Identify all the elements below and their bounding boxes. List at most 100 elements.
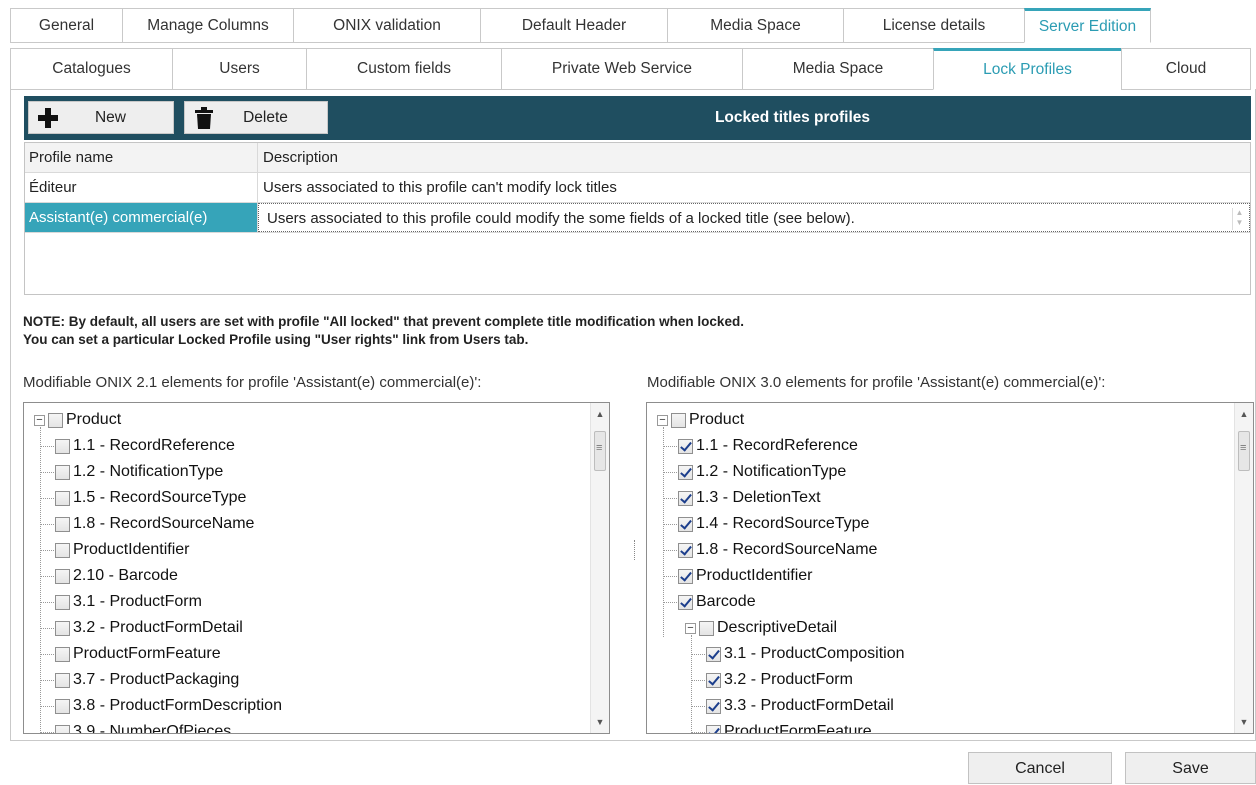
onix21-tree[interactable]: − Product 1.1 - RecordReference 1.2 - No… xyxy=(23,402,610,734)
tree-node[interactable]: 1.2 - NotificationType xyxy=(40,459,223,485)
tree-node[interactable]: 1.8 - RecordSourceName xyxy=(40,511,254,537)
tree-node[interactable]: 3.2 - ProductForm xyxy=(691,667,853,693)
checkbox-checked[interactable] xyxy=(678,594,693,610)
profile-description-cell[interactable]: Users associated to this profile can't m… xyxy=(258,173,1250,202)
checkbox[interactable] xyxy=(55,568,70,584)
checkbox-checked[interactable] xyxy=(706,698,721,714)
tab-catalogues[interactable]: Catalogues xyxy=(10,48,173,90)
scroll-down-arrow-icon[interactable]: ▼ xyxy=(591,713,609,731)
tab-manage-columns[interactable]: Manage Columns xyxy=(122,8,294,43)
tab-default-header[interactable]: Default Header xyxy=(480,8,668,43)
tree-node[interactable]: 3.3 - ProductFormDetail xyxy=(691,693,894,719)
profile-name-cell[interactable]: Assistant(e) commercial(e) xyxy=(25,203,258,232)
checkbox[interactable] xyxy=(671,412,686,428)
tab-media-space-sub[interactable]: Media Space xyxy=(742,48,934,90)
checkbox-checked[interactable] xyxy=(678,542,693,558)
scroll-down-arrow-icon[interactable]: ▼ xyxy=(1235,713,1253,731)
checkbox[interactable] xyxy=(48,412,63,428)
tab-users[interactable]: Users xyxy=(172,48,307,90)
scrollbar-thumb[interactable] xyxy=(594,431,606,471)
tree-node[interactable]: 1.3 - DeletionText xyxy=(663,485,821,511)
checkbox-checked[interactable] xyxy=(678,568,693,584)
checkbox[interactable] xyxy=(55,542,70,558)
tree-node[interactable]: 1.8 - RecordSourceName xyxy=(663,537,877,563)
tab-custom-fields[interactable]: Custom fields xyxy=(306,48,502,90)
tree-node-label: ProductFormFeature xyxy=(724,723,872,734)
checkbox[interactable] xyxy=(55,698,70,714)
tree-node[interactable]: 1.2 - NotificationType xyxy=(663,459,846,485)
checkbox-checked[interactable] xyxy=(706,646,721,662)
checkbox[interactable] xyxy=(55,672,70,688)
tab-lock-profiles[interactable]: Lock Profiles xyxy=(933,48,1122,90)
checkbox[interactable] xyxy=(55,490,70,506)
tree-node[interactable]: 3.1 - ProductComposition xyxy=(691,641,905,667)
collapse-icon[interactable]: − xyxy=(657,414,668,426)
vertical-scrollbar[interactable]: ▲ ▼ xyxy=(1234,403,1253,733)
table-row[interactable]: Éditeur Users associated to this profile… xyxy=(25,173,1250,203)
checkbox[interactable] xyxy=(55,594,70,610)
scrollbar-thumb[interactable] xyxy=(1238,431,1250,471)
tree-node[interactable]: ProductIdentifier xyxy=(663,563,813,589)
tree-node[interactable]: ProductIdentifier xyxy=(40,537,190,563)
tree-node[interactable]: 3.9 - NumberOfPieces xyxy=(40,719,232,734)
tree-node[interactable]: ProductFormFeature xyxy=(691,719,872,734)
save-button[interactable]: Save xyxy=(1125,752,1256,784)
profiles-table: Profile name Description Éditeur Users a… xyxy=(24,142,1251,295)
checkbox[interactable] xyxy=(55,464,70,480)
cancel-button[interactable]: Cancel xyxy=(968,752,1112,784)
tree-node-label: Product xyxy=(689,411,745,428)
checkbox-checked[interactable] xyxy=(678,438,693,454)
tree-node-label: 3.9 - NumberOfPieces xyxy=(73,723,232,734)
tree-node-label: 1.3 - DeletionText xyxy=(696,489,821,506)
tab-media-space[interactable]: Media Space xyxy=(667,8,844,43)
tree-node[interactable]: 1.5 - RecordSourceType xyxy=(40,485,246,511)
tree-node-root[interactable]: − Product xyxy=(34,407,121,433)
tree-node-label: 3.8 - ProductFormDescription xyxy=(73,697,282,714)
scroll-up-arrow-icon[interactable]: ▲ xyxy=(591,405,609,423)
tree-node[interactable]: 1.1 - RecordReference xyxy=(40,433,235,459)
delete-button[interactable]: Delete xyxy=(184,101,328,134)
column-header-profile-name[interactable]: Profile name xyxy=(25,143,258,172)
tree-node-group[interactable]: − DescriptiveDetail xyxy=(685,615,837,641)
checkbox[interactable] xyxy=(55,620,70,636)
tab-server-edition[interactable]: Server Edition xyxy=(1024,8,1151,43)
tree-node[interactable]: 3.2 - ProductFormDetail xyxy=(40,615,243,641)
panel-splitter[interactable] xyxy=(634,540,636,560)
tree-node[interactable]: 1.1 - RecordReference xyxy=(663,433,858,459)
scroll-up-arrow-icon[interactable]: ▲ xyxy=(1235,405,1253,423)
checkbox[interactable] xyxy=(55,516,70,532)
onix30-tree[interactable]: − Product 1.1 - RecordReference 1.2 - No… xyxy=(646,402,1254,734)
collapse-icon[interactable]: − xyxy=(685,622,696,634)
tab-license-details[interactable]: License details xyxy=(843,8,1025,43)
tree-node[interactable]: 3.1 - ProductForm xyxy=(40,589,202,615)
description-edit-field[interactable]: Users associated to this profile could m… xyxy=(258,203,1250,232)
profile-name-cell[interactable]: Éditeur xyxy=(25,173,258,202)
checkbox[interactable] xyxy=(55,646,70,662)
collapse-icon[interactable]: − xyxy=(34,414,45,426)
tree-node[interactable]: ProductFormFeature xyxy=(40,641,221,667)
checkbox-checked[interactable] xyxy=(678,490,693,506)
column-header-description[interactable]: Description xyxy=(258,143,1250,172)
checkbox-checked[interactable] xyxy=(706,724,721,733)
tab-cloud[interactable]: Cloud xyxy=(1121,48,1251,90)
checkbox[interactable] xyxy=(55,438,70,454)
tab-general[interactable]: General xyxy=(10,8,123,43)
tree-node-label: Barcode xyxy=(696,593,756,610)
checkbox[interactable] xyxy=(55,724,70,733)
checkbox-checked[interactable] xyxy=(706,672,721,688)
tree-node[interactable]: 3.7 - ProductPackaging xyxy=(40,667,239,693)
vertical-scrollbar[interactable]: ▲ ▼ xyxy=(590,403,609,733)
checkbox[interactable] xyxy=(699,620,714,636)
tree-node[interactable]: 2.10 - Barcode xyxy=(40,563,178,589)
new-button[interactable]: New xyxy=(28,101,174,134)
tree-node[interactable]: 3.8 - ProductFormDescription xyxy=(40,693,282,719)
tab-onix-validation[interactable]: ONIX validation xyxy=(293,8,481,43)
table-row-selected[interactable]: Assistant(e) commercial(e) Users associa… xyxy=(25,203,1250,233)
tree-node-root[interactable]: − Product xyxy=(657,407,744,433)
checkbox-checked[interactable] xyxy=(678,464,693,480)
tree-node[interactable]: Barcode xyxy=(663,589,756,615)
tab-private-web-service[interactable]: Private Web Service xyxy=(501,48,743,90)
tree-node[interactable]: 1.4 - RecordSourceType xyxy=(663,511,869,537)
spinner-arrows-icon[interactable]: ▲ ▼ xyxy=(1232,208,1246,230)
checkbox-checked[interactable] xyxy=(678,516,693,532)
